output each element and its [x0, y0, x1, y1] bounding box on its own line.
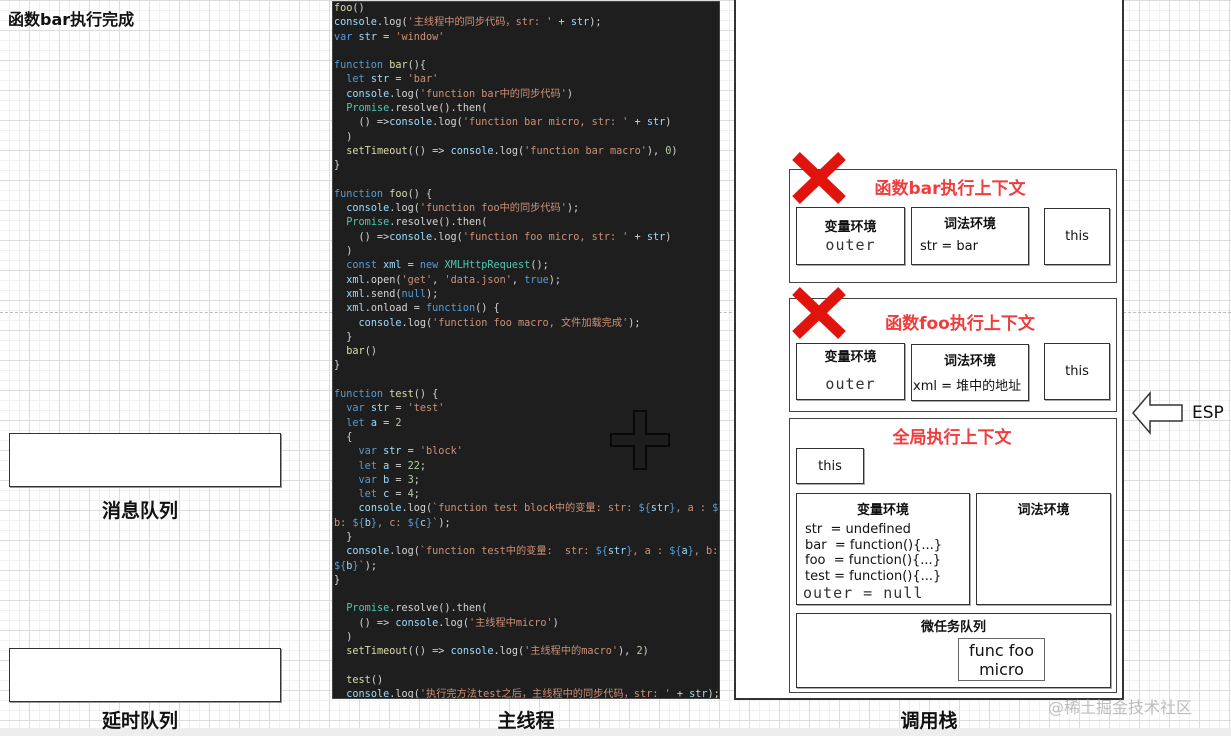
code-line: }	[334, 531, 353, 543]
global-this-box: this	[796, 448, 864, 484]
foo-variable-env: 变量环境 outer	[796, 343, 905, 400]
variable-env-value: outer	[825, 375, 876, 393]
foo-context-title: 函数foo执行上下文	[885, 314, 1035, 334]
bar-variable-env: 变量环境 outer	[796, 207, 905, 265]
variable-entry: bar = function(){...}	[805, 537, 943, 553]
main-thread-code-panel: foo() console.log('主线程中的同步代码，str: ' + str…	[332, 1, 720, 699]
foo-this-box: this	[1044, 343, 1110, 400]
microtask-queue-label: 微任务队列	[920, 620, 986, 635]
lexical-env-value: xml = 堆中的地址	[913, 379, 1022, 394]
code-line: }	[334, 160, 341, 172]
code-line: function bar(){	[334, 60, 427, 72]
code-line: console.log('function foo macro, 文件加载完成'…	[358, 317, 641, 329]
code-line: }	[334, 331, 353, 343]
watermark: @稀土掘金技术社区	[1048, 698, 1193, 717]
bar-context-title: 函数bar执行上下文	[874, 179, 1026, 199]
esp-arrow-icon	[1132, 390, 1183, 436]
code-line: }	[334, 574, 341, 586]
lexical-env-label: 词法环境	[1017, 503, 1070, 518]
lexical-env-value: str = bar	[920, 239, 978, 254]
lexical-env-label: 词法环境	[943, 217, 996, 232]
code-line: Promise.resolve().then(	[346, 603, 488, 615]
global-lexical-env: 词法环境	[976, 493, 1111, 605]
code-line: )	[334, 632, 353, 644]
code-line: console.log(`function test block中的变量: st…	[358, 503, 719, 515]
variable-env-label: 变量环境	[824, 220, 877, 235]
code-line: test()	[346, 674, 384, 686]
variable-env-list: str = undefined bar = function(){...} foo …	[805, 522, 969, 584]
this-label: this	[1065, 229, 1089, 244]
removed-x-icon	[792, 287, 846, 339]
global-variable-env: 变量环境 str = undefined bar = function(){...…	[796, 493, 970, 605]
variable-entry: str = undefined	[805, 522, 911, 537]
microtask-queue: 微任务队列	[796, 613, 1111, 688]
code-line: let str = 'bar'	[346, 74, 439, 86]
variable-entry: foo = function(){...}	[805, 553, 941, 568]
code-line: )	[334, 131, 353, 143]
code-line: () =>console.log('function foo micro, st…	[334, 231, 672, 243]
code-line: () => console.log('主线程中micro')	[334, 617, 559, 629]
esp-label: ESP	[1192, 403, 1224, 423]
code-line: foo()	[334, 3, 365, 14]
code-line: b: ${b}, c: ${c}`);	[334, 517, 451, 529]
code-line: bar()	[346, 346, 377, 358]
code-line: xml.send(null);	[346, 288, 439, 300]
code-line: console.log('function bar中的同步代码')	[346, 88, 574, 100]
code-line: console.log(`function test中的变量: str: ${s…	[346, 546, 719, 558]
outer-value: outer = null	[803, 584, 924, 602]
variable-env-value: outer	[825, 236, 876, 254]
code-line: setTimeout(() => console.log('function b…	[346, 145, 678, 157]
this-label: this	[1065, 364, 1089, 379]
code-line: var b = 3;	[358, 474, 420, 486]
code-line: setTimeout(() => console.log('主线程中的macro…	[346, 646, 649, 658]
delay-queue-box	[9, 648, 281, 702]
removed-x-icon	[792, 152, 846, 204]
code-line: console.log('function foo中的同步代码');	[346, 203, 580, 215]
code-line: xml.onload = function() {	[346, 303, 500, 315]
code-line: function foo() {	[334, 188, 433, 200]
message-queue-box	[9, 433, 281, 487]
variable-env-label: 变量环境	[856, 503, 909, 518]
code-line: xml.open('get', 'data.json', true);	[346, 274, 562, 286]
this-label: this	[818, 458, 842, 474]
microtask-item: func foo micro	[958, 638, 1045, 681]
code-line: var str = 'window'	[334, 31, 445, 43]
code-line: }	[334, 360, 341, 372]
lexical-env-label: 词法环境	[943, 354, 996, 369]
status-title: 函数bar执行完成	[8, 10, 135, 29]
variable-entry: test = function(){...}	[805, 568, 942, 584]
code-line: let c = 4;	[358, 489, 420, 501]
code-line: Promise.resolve().then(	[346, 217, 488, 229]
variable-env-label: 变量环境	[824, 350, 877, 365]
code-line: console.log('主线程中的同步代码，str: ' + str);	[334, 17, 602, 29]
code-line: function test() {	[334, 389, 439, 401]
code-line: ${b}`);	[334, 560, 377, 572]
delay-queue-label: 延时队列	[101, 710, 178, 732]
global-context-title: 全局执行上下文	[892, 428, 1012, 448]
code-block: foo() console.log('主线程中的同步代码，str: ' + str…	[334, 2, 720, 699]
foo-lexical-env: 词法环境 xml = 堆中的地址	[911, 344, 1029, 401]
message-queue-label: 消息队列	[101, 500, 178, 522]
code-line: )	[334, 246, 353, 258]
code-line: console.log('执行完方法test之后，主线程中的同步代码，str: …	[346, 689, 720, 699]
code-line: Promise.resolve().then(	[346, 103, 488, 115]
code-line: () =>console.log('function bar micro, st…	[334, 117, 672, 129]
bar-lexical-env: 词法环境 str = bar	[911, 207, 1029, 265]
plus-icon	[610, 410, 670, 470]
bar-this-box: this	[1044, 208, 1110, 265]
main-thread-label: 主线程	[497, 710, 555, 732]
code-line: const xml = new XMLHttpRequest();	[346, 260, 549, 272]
